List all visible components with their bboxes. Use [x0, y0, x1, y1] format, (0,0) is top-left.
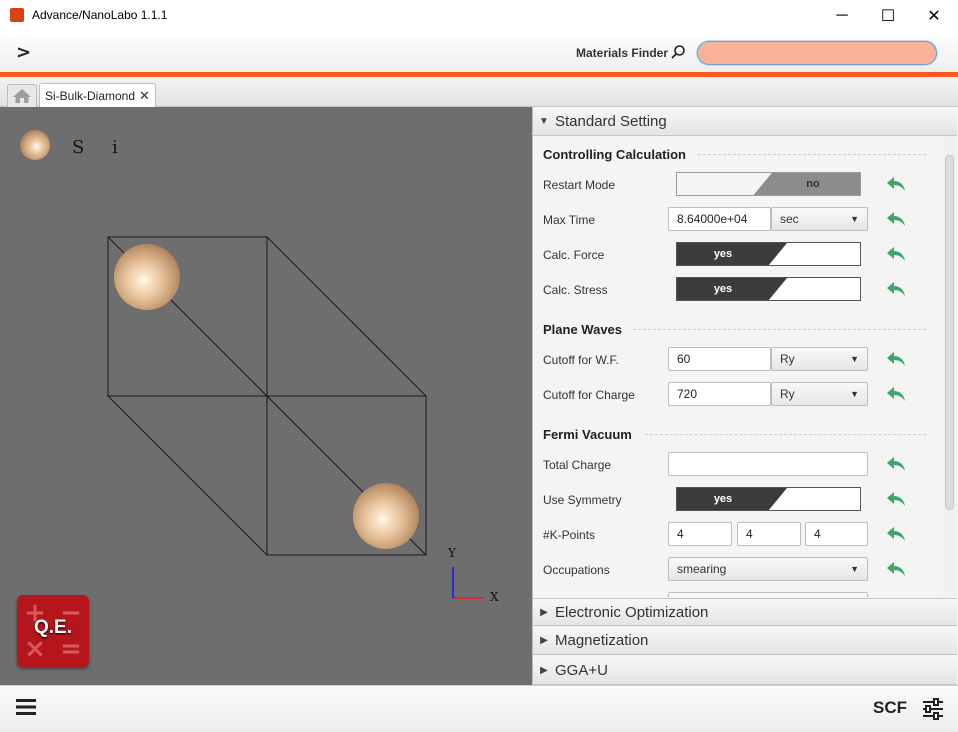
- partial-hidden-select[interactable]: [668, 592, 868, 597]
- scrollbar-thumb[interactable]: [945, 155, 954, 510]
- select-value: Ry: [780, 387, 795, 401]
- k-points-y-input[interactable]: 4: [737, 522, 801, 546]
- undo-arrow-icon[interactable]: [884, 279, 908, 299]
- tab-si-bulk-diamond[interactable]: Si-Bulk-Diamond ✕: [39, 83, 156, 108]
- section-title: Magnetization: [555, 632, 649, 649]
- section-divider: [698, 154, 926, 155]
- close-tab-icon[interactable]: ✕: [139, 88, 150, 104]
- cutoff-charge-unit-select[interactable]: Ry ▼: [771, 382, 868, 406]
- dropdown-caret-icon: ▼: [850, 354, 859, 364]
- section-divider: [645, 434, 926, 435]
- controlling-calculation-title: Controlling Calculation: [543, 147, 686, 162]
- occupations-select[interactable]: smearing ▼: [668, 557, 868, 581]
- collapsed-arrow-icon: ▶: [540, 664, 548, 676]
- expanded-arrow-icon: ▼: [539, 116, 549, 127]
- standard-setting-content: Controlling Calculation Restart Mode no …: [533, 136, 943, 597]
- select-value: smearing: [677, 562, 727, 576]
- cutoff-wf-label: Cutoff for W.F.: [543, 353, 619, 367]
- section-title: GGA+U: [555, 661, 608, 679]
- standard-setting-header[interactable]: ▼ Standard Setting: [533, 108, 957, 136]
- k-points-label: #K-Points: [543, 528, 596, 542]
- toggle-value: yes: [713, 283, 733, 295]
- undo-arrow-icon[interactable]: [884, 174, 908, 194]
- window-title: Advance/NanoLabo 1.1.1: [32, 8, 168, 22]
- use-symmetry-toggle[interactable]: yes: [676, 487, 861, 511]
- section-divider: [633, 329, 926, 330]
- undo-arrow-icon[interactable]: [884, 384, 908, 404]
- dropdown-caret-icon: ▼: [850, 389, 859, 399]
- materials-finder-label: Materials Finder: [576, 46, 669, 60]
- si-atom-lower[interactable]: [353, 483, 419, 549]
- toggle-value: yes: [713, 493, 733, 505]
- select-value: sec: [780, 212, 799, 226]
- restart-mode-label: Restart Mode: [543, 178, 616, 192]
- close-window-button[interactable]: ✕: [911, 0, 957, 32]
- fermi-vacuum-title: Fermi Vacuum: [543, 427, 632, 442]
- coordinate-axes: [452, 567, 484, 599]
- plane-waves-title: Plane Waves: [543, 322, 623, 337]
- undo-arrow-icon[interactable]: [884, 349, 908, 369]
- select-value: Ry: [780, 352, 795, 366]
- k-points-z-input[interactable]: 4: [805, 522, 868, 546]
- cutoff-wf-unit-select[interactable]: Ry ▼: [771, 347, 868, 371]
- dropdown-caret-icon: ▼: [850, 214, 859, 224]
- calculation-mode-label[interactable]: SCF: [873, 698, 907, 718]
- electronic-optimization-header[interactable]: ▶ Electronic Optimization: [533, 598, 957, 626]
- undo-arrow-icon[interactable]: [884, 559, 908, 579]
- qe-badge-label: Q.E.: [33, 617, 72, 638]
- magnetization-header[interactable]: ▶ Magnetization: [533, 627, 957, 655]
- app-logo-icon: [10, 8, 24, 22]
- minimize-button[interactable]: ─: [819, 0, 865, 32]
- calc-stress-label: Calc. Stress: [543, 283, 608, 297]
- chevron-right-icon[interactable]: >: [16, 42, 31, 63]
- total-charge-input[interactable]: [668, 452, 868, 476]
- quantum-espresso-badge[interactable]: + − × = Q.E.: [17, 595, 89, 667]
- undo-arrow-icon[interactable]: [884, 454, 908, 474]
- section-title: Standard Setting: [555, 113, 667, 130]
- undo-arrow-icon[interactable]: [884, 209, 908, 229]
- use-symmetry-label: Use Symmetry: [543, 493, 622, 507]
- hamburger-menu-icon[interactable]: [14, 695, 38, 719]
- dropdown-caret-icon: ▼: [850, 564, 859, 574]
- section-title: Electronic Optimization: [555, 603, 709, 621]
- total-charge-label: Total Charge: [543, 458, 612, 472]
- tab-label: Si-Bulk-Diamond: [45, 89, 136, 103]
- collapsed-arrow-icon: ▶: [540, 606, 548, 618]
- undo-arrow-icon[interactable]: [884, 244, 908, 264]
- maximize-button[interactable]: ☐: [865, 0, 911, 32]
- restart-mode-toggle[interactable]: no: [676, 172, 861, 196]
- search-icon[interactable]: [670, 44, 686, 63]
- cutoff-wf-input[interactable]: 60: [668, 347, 771, 371]
- axis-y-label: Y: [448, 546, 456, 560]
- si-atom-upper[interactable]: [114, 244, 180, 310]
- gga-u-header[interactable]: ▶ GGA+U: [533, 656, 957, 685]
- k-points-x-input[interactable]: 4: [668, 522, 732, 546]
- tab-home[interactable]: [7, 84, 37, 107]
- materials-finder-input[interactable]: [697, 41, 937, 65]
- bottom-bar: [0, 685, 958, 732]
- cutoff-charge-input[interactable]: 720: [668, 382, 771, 406]
- sliders-icon[interactable]: [921, 697, 945, 721]
- calc-stress-toggle[interactable]: yes: [676, 277, 861, 301]
- max-time-label: Max Time: [543, 213, 596, 227]
- occupations-label: Occupations: [543, 563, 610, 577]
- home-icon: [13, 89, 31, 103]
- calc-force-toggle[interactable]: yes: [676, 242, 861, 266]
- undo-arrow-icon[interactable]: [884, 524, 908, 544]
- toggle-value: no: [806, 178, 820, 190]
- undo-arrow-icon[interactable]: [884, 489, 908, 509]
- calc-force-label: Calc. Force: [543, 248, 605, 262]
- collapsed-arrow-icon: ▶: [540, 635, 548, 646]
- cutoff-charge-label: Cutoff for Charge: [543, 388, 635, 402]
- toggle-value: yes: [713, 248, 733, 260]
- max-time-input[interactable]: 8.64000e+04: [668, 207, 771, 231]
- max-time-unit-select[interactable]: sec ▼: [771, 207, 868, 231]
- axis-x-label: X: [490, 590, 499, 604]
